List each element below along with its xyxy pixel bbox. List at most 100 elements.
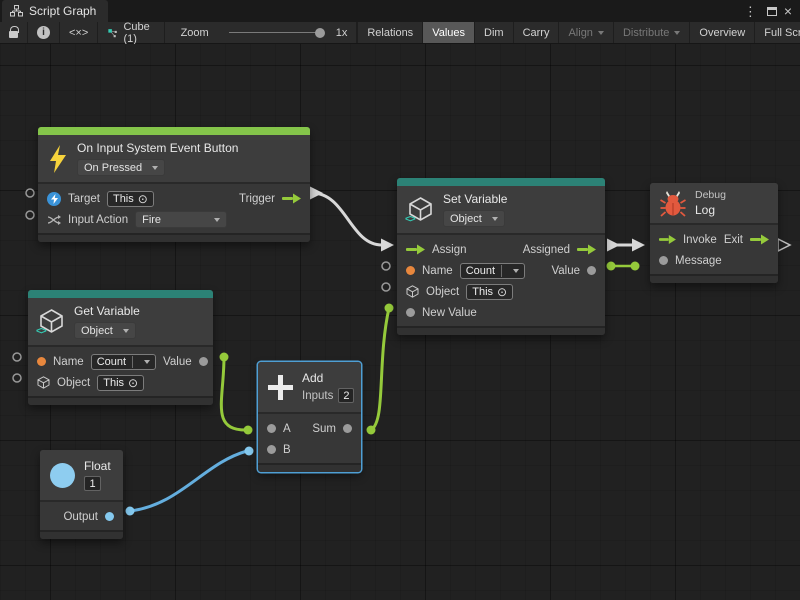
zoom-slider-handle[interactable] bbox=[315, 28, 325, 38]
node-get-variable[interactable]: <> Get Variable Object Name Count Value bbox=[28, 290, 213, 405]
value-port[interactable] bbox=[587, 266, 596, 275]
value-out-setvariable[interactable] bbox=[607, 262, 616, 271]
event-accent-bar bbox=[38, 127, 310, 135]
value-out-sum[interactable] bbox=[367, 426, 376, 435]
input-action-icon[interactable] bbox=[47, 214, 61, 226]
zoom-slider-track[interactable] bbox=[229, 32, 321, 33]
flow-in-invoke[interactable] bbox=[632, 239, 645, 252]
value-in-add-a[interactable] bbox=[244, 426, 253, 435]
connection-float-addb[interactable] bbox=[130, 451, 247, 511]
align-button[interactable]: Align bbox=[558, 22, 612, 43]
distribute-button[interactable]: Distribute bbox=[613, 22, 689, 43]
value-out-getvariable[interactable] bbox=[220, 353, 229, 362]
title-bar: Script Graph ⋮ × bbox=[0, 0, 800, 22]
object-field[interactable]: This⊙ bbox=[97, 375, 144, 391]
graph-canvas[interactable]: On Input System Event Button On Pressed … bbox=[0, 44, 800, 600]
port-indicator-inputaction[interactable] bbox=[26, 211, 34, 219]
dropdown-caret-icon bbox=[152, 166, 158, 173]
target-picker-icon[interactable]: ⊙ bbox=[138, 193, 148, 205]
window-menu-icon[interactable]: ⋮ bbox=[741, 5, 760, 18]
value-label: Value bbox=[551, 265, 580, 277]
object-field[interactable]: This⊙ bbox=[466, 284, 513, 300]
port-indicator-target[interactable] bbox=[26, 189, 34, 197]
dropdown-caret-icon bbox=[492, 217, 498, 224]
float-value-field[interactable]: 1 bbox=[84, 476, 101, 491]
exit-flow-port[interactable] bbox=[750, 234, 769, 245]
target-label: Target bbox=[68, 193, 100, 205]
variable-scope-dropdown[interactable]: Object bbox=[443, 210, 505, 227]
tab-script-graph[interactable]: Script Graph bbox=[2, 0, 108, 22]
new-value-port[interactable] bbox=[406, 308, 415, 317]
name-port[interactable] bbox=[406, 266, 415, 275]
input-action-dropdown[interactable]: Fire bbox=[135, 211, 227, 228]
node-title: Get Variable bbox=[74, 304, 140, 318]
invoke-flow-port[interactable] bbox=[659, 234, 676, 245]
node-set-variable[interactable]: <> Set Variable Object Assign Assigned bbox=[397, 178, 605, 335]
target-picker-icon[interactable]: ⊙ bbox=[128, 377, 138, 389]
a-port[interactable] bbox=[267, 424, 276, 433]
node-add[interactable]: Add Inputs 2 A Sum bbox=[258, 362, 361, 472]
relations-button[interactable]: Relations bbox=[357, 22, 422, 43]
input-system-icon[interactable] bbox=[47, 192, 61, 206]
variable-cube-icon: <> bbox=[38, 308, 65, 335]
value-in-newvalue[interactable] bbox=[385, 304, 394, 313]
name-port[interactable] bbox=[37, 357, 46, 366]
assign-flow-port[interactable] bbox=[406, 244, 425, 255]
assigned-flow-port[interactable] bbox=[577, 244, 596, 255]
flow-in-assign[interactable] bbox=[381, 239, 394, 252]
info-button[interactable]: i bbox=[28, 22, 60, 43]
lock-button[interactable] bbox=[0, 22, 28, 43]
node-debug-log[interactable]: Debug Log Invoke Exit Message bbox=[650, 183, 778, 283]
value-out-float[interactable] bbox=[126, 507, 135, 516]
node-on-input-system-event[interactable]: On Input System Event Button On Pressed … bbox=[38, 127, 310, 242]
graph-ref-label: Cube (1) bbox=[123, 21, 153, 45]
object-cube-icon bbox=[406, 285, 419, 298]
close-icon[interactable]: × bbox=[784, 4, 792, 18]
dropdown-caret-icon bbox=[144, 360, 150, 367]
info-icon: i bbox=[37, 26, 50, 39]
connection-trigger-assign[interactable] bbox=[312, 193, 382, 245]
inputs-count-field[interactable]: 2 bbox=[338, 388, 354, 403]
event-mode-dropdown[interactable]: On Pressed bbox=[77, 159, 165, 176]
name-dropdown[interactable]: Count bbox=[91, 354, 156, 370]
b-port[interactable] bbox=[267, 445, 276, 454]
flow-out-assigned[interactable] bbox=[607, 239, 620, 252]
output-port[interactable] bbox=[105, 512, 114, 521]
message-port[interactable] bbox=[659, 256, 668, 265]
value-label: Value bbox=[163, 356, 192, 368]
connection-getvariable-adda[interactable] bbox=[221, 357, 246, 430]
unity-script-graph-window: Script Graph ⋮ × i <×> Cube (1) Zoom 1x … bbox=[0, 0, 800, 600]
zoom-slider[interactable] bbox=[218, 22, 332, 43]
variable-cube-icon: <> bbox=[407, 196, 434, 223]
code-view-button[interactable]: <×> bbox=[60, 22, 98, 43]
target-object-field[interactable]: This⊙ bbox=[107, 191, 154, 207]
connection-sum-newvalue[interactable] bbox=[371, 308, 389, 430]
variable-scope-dropdown[interactable]: Object bbox=[74, 322, 136, 339]
overview-button[interactable]: Overview bbox=[689, 22, 754, 43]
node-category: Debug bbox=[695, 189, 726, 201]
graph-reference-breadcrumb[interactable]: Cube (1) bbox=[98, 22, 164, 43]
values-button[interactable]: Values bbox=[422, 22, 474, 43]
port-indicator-exit[interactable] bbox=[778, 239, 790, 251]
tab-title: Script Graph bbox=[29, 4, 96, 18]
value-in-add-b[interactable] bbox=[245, 447, 254, 456]
dim-button[interactable]: Dim bbox=[474, 22, 513, 43]
port-indicator-getvar-object[interactable] bbox=[13, 374, 21, 382]
zoom-level: 1x bbox=[332, 22, 358, 43]
trigger-flow-port[interactable] bbox=[282, 193, 301, 204]
port-indicator-setvar-object[interactable] bbox=[382, 283, 390, 291]
port-indicator-setvar-name[interactable] bbox=[382, 262, 390, 270]
flow-out-trigger[interactable] bbox=[310, 187, 323, 200]
fullscreen-button[interactable]: Full Screen bbox=[754, 22, 800, 43]
target-picker-icon[interactable]: ⊙ bbox=[497, 286, 507, 298]
bug-icon bbox=[660, 190, 686, 217]
port-indicator-getvar-name[interactable] bbox=[13, 353, 21, 361]
lock-icon bbox=[9, 31, 18, 38]
name-dropdown[interactable]: Count bbox=[460, 263, 525, 279]
node-float[interactable]: Float 1 Output bbox=[40, 450, 123, 539]
value-port[interactable] bbox=[199, 357, 208, 366]
sum-port[interactable] bbox=[343, 424, 352, 433]
maximize-icon[interactable] bbox=[767, 7, 777, 16]
value-in-message[interactable] bbox=[631, 262, 640, 271]
carry-button[interactable]: Carry bbox=[513, 22, 559, 43]
